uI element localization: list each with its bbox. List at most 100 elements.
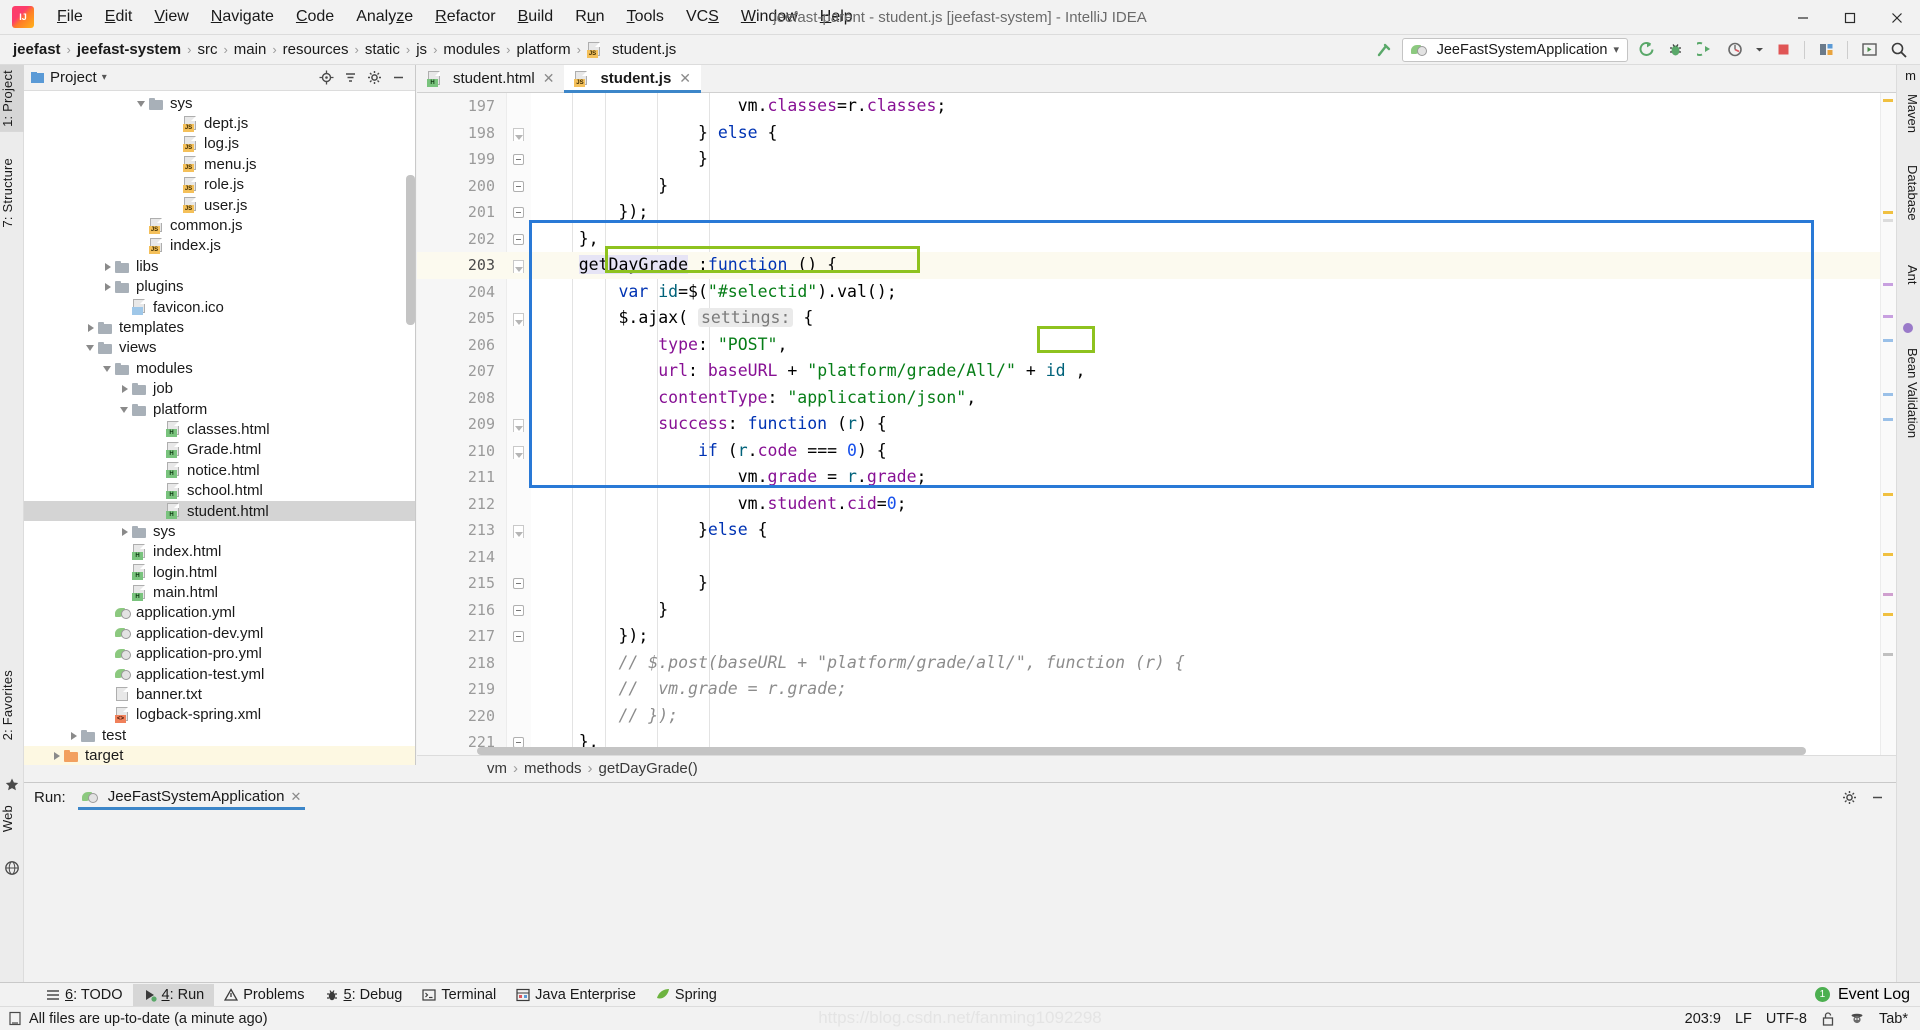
- run-tab-jeefastsystemapplication[interactable]: JeeFastSystemApplication ✕: [74, 785, 310, 810]
- sidebar-item-project[interactable]: 1: Project: [0, 65, 24, 132]
- tool-window-button-spring[interactable]: Spring: [646, 984, 727, 1006]
- updates-icon[interactable]: [1856, 38, 1882, 62]
- tree-item-notice-html[interactable]: Hnotice.html: [24, 460, 415, 480]
- code-line[interactable]: 214: [417, 544, 1896, 571]
- chevron-down-icon[interactable]: [136, 97, 149, 110]
- project-structure-icon[interactable]: [1813, 38, 1839, 62]
- chevron-down-icon[interactable]: [119, 403, 132, 416]
- code-line[interactable]: 202 },: [417, 226, 1896, 253]
- run-configuration-selector[interactable]: JeeFastSystemApplication ▾: [1402, 38, 1628, 62]
- menu-build[interactable]: Build: [507, 3, 565, 31]
- fold-collapse-icon[interactable]: [513, 207, 524, 218]
- fold-collapse-icon[interactable]: [513, 181, 524, 192]
- error-stripe-mark[interactable]: [1883, 553, 1893, 556]
- project-tree-scrollbar[interactable]: [406, 175, 415, 325]
- code-line[interactable]: 213 }else {: [417, 517, 1896, 544]
- menu-vcs[interactable]: VCS: [675, 3, 730, 31]
- fold-marker[interactable]: [511, 146, 525, 173]
- fold-marker[interactable]: [511, 517, 525, 544]
- code-line[interactable]: 208 contentType: "application/json",: [417, 385, 1896, 412]
- fold-marker[interactable]: [511, 570, 525, 597]
- tree-item-dept-js[interactable]: JSdept.js: [24, 113, 415, 133]
- tree-item-job[interactable]: job: [24, 378, 415, 398]
- tree-item-main-html[interactable]: Hmain.html: [24, 582, 415, 602]
- tree-item-modules[interactable]: modules: [24, 358, 415, 378]
- code-line[interactable]: 199 }: [417, 146, 1896, 173]
- menu-run[interactable]: Run: [564, 3, 615, 31]
- hide-icon[interactable]: [1866, 787, 1888, 809]
- fold-collapse-icon[interactable]: [513, 234, 524, 245]
- fold-marker[interactable]: [511, 252, 525, 279]
- fold-marker[interactable]: [511, 120, 525, 147]
- menu-refactor[interactable]: Refactor: [424, 3, 506, 31]
- close-icon[interactable]: ✕: [290, 789, 301, 805]
- fold-region-icon[interactable]: [513, 419, 524, 432]
- editor-breadcrumb-item[interactable]: vm: [487, 760, 507, 777]
- tree-item-libs[interactable]: libs: [24, 256, 415, 276]
- tree-item-application-dev-yml[interactable]: application-dev.yml: [24, 623, 415, 643]
- code-line[interactable]: 220 // });: [417, 703, 1896, 730]
- breadcrumb-jeefast[interactable]: jeefast: [10, 41, 64, 58]
- breadcrumb-js[interactable]: js: [413, 41, 430, 58]
- code-line[interactable]: 203 getDayGrade :function () {: [417, 252, 1896, 279]
- chevron-right-icon[interactable]: [51, 749, 64, 762]
- tree-item-sys[interactable]: sys: [24, 521, 415, 541]
- chevron-down-icon[interactable]: [85, 341, 98, 354]
- fold-region-icon[interactable]: [513, 128, 524, 141]
- tree-item-role-js[interactable]: JSrole.js: [24, 175, 415, 195]
- build-hammer-icon[interactable]: [1372, 38, 1398, 62]
- fold-region-icon[interactable]: [513, 525, 524, 538]
- code-line[interactable]: 198 } else {: [417, 120, 1896, 147]
- fold-collapse-icon[interactable]: [513, 631, 524, 642]
- fold-region-icon[interactable]: [513, 313, 524, 326]
- breadcrumb-main[interactable]: main: [231, 41, 270, 58]
- tree-item-sys[interactable]: sys: [24, 93, 415, 113]
- editor-tab-student-js[interactable]: JSstudent.js✕: [564, 65, 701, 92]
- code-line[interactable]: 212 vm.student.cid=0;: [417, 491, 1896, 518]
- tree-item-log-js[interactable]: JSlog.js: [24, 134, 415, 154]
- breadcrumb-platform[interactable]: platform: [513, 41, 573, 58]
- locate-icon[interactable]: [315, 67, 337, 89]
- chevron-right-icon[interactable]: [119, 382, 132, 395]
- tree-item-user-js[interactable]: JSuser.js: [24, 195, 415, 215]
- tree-item-logback-spring-xml[interactable]: <>logback-spring.xml: [24, 705, 415, 725]
- menu-view[interactable]: View: [143, 3, 199, 31]
- chevron-right-icon[interactable]: [68, 729, 81, 742]
- error-stripe-mark[interactable]: [1883, 393, 1893, 396]
- breadcrumb-src[interactable]: src: [194, 41, 220, 58]
- tool-window-button-5--debug[interactable]: 5: Debug: [315, 984, 413, 1006]
- tree-item-student-html[interactable]: Hstudent.html: [24, 501, 415, 521]
- menu-code[interactable]: Code: [285, 3, 345, 31]
- chevron-right-icon[interactable]: [119, 525, 132, 538]
- fold-collapse-icon[interactable]: [513, 154, 524, 165]
- hide-icon[interactable]: [387, 67, 409, 89]
- code-line[interactable]: 211 vm.grade = r.grade;: [417, 464, 1896, 491]
- caret-position[interactable]: 203:9: [1685, 1011, 1721, 1027]
- error-stripe-mark[interactable]: [1883, 219, 1893, 222]
- error-stripe-mark[interactable]: [1883, 315, 1893, 318]
- code-line[interactable]: 207 url: baseURL + "platform/grade/All/"…: [417, 358, 1896, 385]
- code-line[interactable]: 210 if (r.code === 0) {: [417, 438, 1896, 465]
- error-stripe-mark[interactable]: [1883, 339, 1893, 342]
- menu-tools[interactable]: Tools: [616, 3, 675, 31]
- error-stripe-mark[interactable]: [1883, 283, 1893, 286]
- tree-item-login-html[interactable]: Hlogin.html: [24, 562, 415, 582]
- project-tree[interactable]: sysJSdept.jsJSlog.jsJSmenu.jsJSrole.jsJS…: [24, 91, 415, 765]
- sidebar-item-bean-validation[interactable]: Bean Validation: [1896, 343, 1920, 443]
- sidebar-item-ant[interactable]: Ant: [1896, 260, 1920, 290]
- menu-window[interactable]: Window: [730, 3, 809, 31]
- editor-horizontal-scrollbar[interactable]: [477, 747, 1806, 755]
- debug-icon[interactable]: [1662, 38, 1688, 62]
- error-stripe-mark[interactable]: [1883, 211, 1893, 214]
- editor-breadcrumb-item[interactable]: methods: [524, 760, 582, 777]
- code-line[interactable]: 206 type: "POST",: [417, 332, 1896, 359]
- error-stripe-mark[interactable]: [1883, 493, 1893, 496]
- tree-item-views[interactable]: views: [24, 338, 415, 358]
- fold-marker[interactable]: [511, 226, 525, 253]
- code-line[interactable]: 218 // $.post(baseURL + "platform/grade/…: [417, 650, 1896, 677]
- chevron-right-icon[interactable]: [102, 280, 115, 293]
- tool-window-button-terminal[interactable]: Terminal: [412, 984, 506, 1006]
- code-line[interactable]: 217 });: [417, 623, 1896, 650]
- settings-gear-icon[interactable]: [363, 67, 385, 89]
- code-line[interactable]: 209 success: function (r) {: [417, 411, 1896, 438]
